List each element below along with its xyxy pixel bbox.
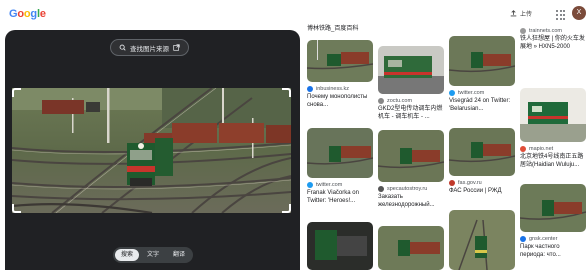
site-favicon <box>520 235 526 242</box>
result-title: Почему монополисты снова... <box>307 94 368 108</box>
result-card[interactable]: twitter.com Visegrád 24 on Twitter: 'Bel… <box>449 36 515 113</box>
result-source: inbusiness.kz <box>316 85 350 92</box>
result-card[interactable]: zoctu.com GKD2型电传动调车内燃机车 - 调车机车 - ... <box>378 46 444 121</box>
result-title: ФАС России | РЖД <box>449 188 502 194</box>
result-card[interactable]: inbusiness.kz Почему монополисты снова..… <box>307 40 373 109</box>
result-thumbnail <box>378 130 444 182</box>
crop-handle-top-right[interactable] <box>282 88 291 97</box>
result-source: gnsk.center <box>529 235 558 242</box>
result-thumbnail <box>307 128 373 178</box>
result-thumbnail <box>378 46 444 94</box>
twitter-icon <box>307 181 313 188</box>
google-logo[interactable]: Google <box>9 8 46 20</box>
result-title: 铁人狂想屋 | 你的火车发展地 » HXN5-2000 <box>520 36 585 50</box>
find-image-source-label: 查找图片来源 <box>130 45 169 53</box>
result-card[interactable]: mapio.net 北京地铁4号线南正五路居站(Haidian Wuluju..… <box>520 88 586 169</box>
result-source: mapio.net <box>529 145 554 152</box>
result-title: Visegrád 24 on Twitter: 'Belarusian... <box>449 98 511 112</box>
result-title: Заказать железнодорожный... <box>378 194 435 208</box>
result-source: trainnets.com <box>529 27 563 34</box>
result-thumbnail <box>378 226 444 270</box>
result-source: twitter.com <box>316 181 343 188</box>
result-card[interactable]: 博林铁路_百度百科 <box>307 24 373 33</box>
find-image-source-button[interactable]: 查找图片来源 <box>110 39 189 56</box>
result-thumbnail <box>307 40 373 82</box>
site-favicon <box>378 185 384 192</box>
result-thumbnail <box>520 184 586 232</box>
result-card[interactable] <box>378 226 444 270</box>
crop-handle-bottom-right[interactable] <box>282 204 291 213</box>
mode-search-tab[interactable]: 搜索 <box>115 249 140 261</box>
lens-icon <box>119 44 126 51</box>
site-favicon <box>520 27 526 34</box>
result-title: Парк частного периода: что... <box>520 244 561 258</box>
site-favicon <box>378 97 384 104</box>
result-card[interactable] <box>307 222 373 270</box>
site-favicon <box>449 179 455 186</box>
railway-photo <box>11 87 292 215</box>
result-thumbnail <box>449 36 515 86</box>
site-favicon <box>307 85 313 92</box>
result-source: twitter.com <box>458 89 485 96</box>
selected-photo[interactable] <box>11 87 292 215</box>
result-thumbnail <box>520 88 586 142</box>
result-title: GKD2型电传动调车内燃机车 - 调车机车 - ... <box>378 106 443 120</box>
result-title: 北京地铁4号线南正五路居站(Haidian Wuluju... <box>520 154 584 168</box>
result-source: fas.gov.ru <box>458 179 482 186</box>
result-thumbnail <box>449 128 515 176</box>
result-card[interactable]: specautostroy.ru Заказать железнодорожны… <box>378 130 444 209</box>
twitter-icon <box>449 89 455 96</box>
result-source: zoctu.com <box>387 97 413 104</box>
result-card[interactable]: twitter.com Franak Viačorka on Twitter: … <box>307 128 373 205</box>
logo-letter: G <box>9 8 18 20</box>
result-card[interactable]: fas.gov.ru ФАС России | РЖД <box>449 128 515 195</box>
visual-matches: 博林铁路_百度百科 inbusiness.kz Почему монополис… <box>303 0 588 270</box>
result-thumbnail <box>449 210 515 270</box>
mode-switcher: 搜索 文字 翻译 <box>113 247 194 263</box>
result-card[interactable]: gnsk.center Парк частного периода: что..… <box>520 184 586 259</box>
image-viewer: 查找图片来源 搜索 文字 翻译 <box>5 30 300 270</box>
result-title: 博林铁路_百度百科 <box>307 26 359 32</box>
logo-letter: e <box>39 8 46 20</box>
site-favicon <box>520 145 526 152</box>
mode-translate-tab[interactable]: 翻译 <box>167 249 191 261</box>
result-title: Franak Viačorka on Twitter: 'Heroes!... <box>307 190 359 204</box>
crop-handle-top-left[interactable] <box>12 88 21 97</box>
result-source: specautostroy.ru <box>387 185 428 192</box>
result-thumbnail <box>307 222 373 270</box>
result-card[interactable]: trainnets.com 铁人狂想屋 | 你的火车发展地 » HXN5-200… <box>520 24 586 51</box>
mode-text-tab[interactable]: 文字 <box>141 249 165 261</box>
open-external-icon <box>173 44 180 51</box>
result-card[interactable] <box>449 210 515 270</box>
crop-handle-bottom-left[interactable] <box>12 204 21 213</box>
